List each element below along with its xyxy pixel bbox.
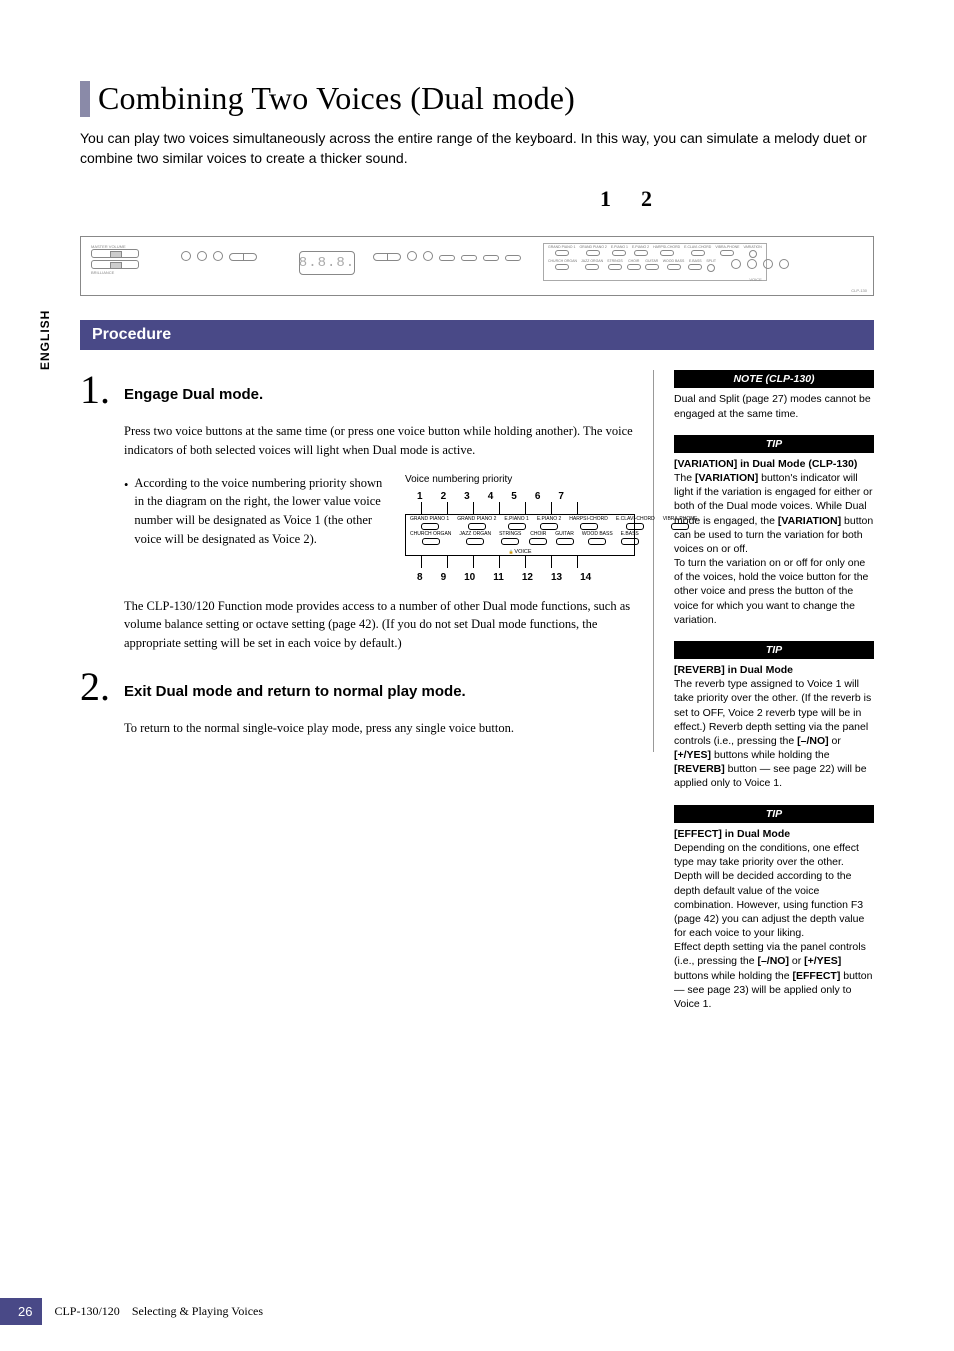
note-body: Dual and Split (page 27) modes cannot be… <box>674 392 874 420</box>
title-accent-bar <box>80 81 90 117</box>
procedure-heading: Procedure <box>80 320 874 350</box>
step-1-p2: The CLP-130/120 Function mode provides a… <box>124 597 635 653</box>
callout-2: 2 <box>641 186 652 212</box>
page-title-row: Combining Two Voices (Dual mode) <box>80 80 874 117</box>
page-number: 26 <box>0 1298 42 1325</box>
step-1-header: 1. Engage Dual mode. <box>80 370 635 410</box>
callout-lines <box>80 216 874 236</box>
voice-priority-diagram: Voice numbering priority 1 2 3 4 5 6 7 <box>405 474 635 583</box>
tip1-body2: To turn the variation on or off for only… <box>674 556 874 627</box>
page-title: Combining Two Voices (Dual mode) <box>98 80 575 117</box>
tip2-title: [REVERB] in Dual Mode <box>674 664 793 676</box>
tip-reverb: TIP [REVERB] in Dual Mode The reverb typ… <box>674 641 874 791</box>
tip-effect: TIP [EFFECT] in Dual Mode Depending on t… <box>674 805 874 1011</box>
panel-display: 8.8.8. <box>299 251 355 275</box>
footer-model: CLP-130/120 <box>54 1304 119 1318</box>
note-heading: NOTE (CLP-130) <box>674 370 874 388</box>
tip2-body: The reverb type assigned to Voice 1 will… <box>674 677 874 790</box>
intro-paragraph: You can play two voices simultaneously a… <box>80 129 874 168</box>
tip3-body2: Effect depth setting via the panel contr… <box>674 940 874 1011</box>
main-column: 1. Engage Dual mode. Press two voice but… <box>80 370 654 752</box>
step-2-p1: To return to the normal single-voice pla… <box>124 719 635 738</box>
tip1-body1: The [VARIATION] button's indicator will … <box>674 471 874 556</box>
instrument-panel-diagram: MASTER VOLUME BRILLIANCE 8.8.8. GR <box>80 236 874 296</box>
footer-section: Selecting & Playing Voices <box>132 1304 263 1318</box>
sidebar-column: NOTE (CLP-130) Dual and Split (page 27) … <box>674 370 874 1025</box>
step-1-num: 1. <box>80 370 114 410</box>
priority-title: Voice numbering priority <box>405 474 635 485</box>
tip3-body1: Depending on the conditions, one effect … <box>674 841 874 940</box>
tip3-heading: TIP <box>674 805 874 823</box>
tip-variation: TIP [VARIATION] in Dual Mode (CLP-130) T… <box>674 435 874 627</box>
note-box: NOTE (CLP-130) Dual and Split (page 27) … <box>674 370 874 421</box>
panel-callout-numbers: 1 2 <box>600 186 874 212</box>
tip1-heading: TIP <box>674 435 874 453</box>
tip2-heading: TIP <box>674 641 874 659</box>
step-1-title: Engage Dual mode. <box>124 386 263 403</box>
step-2-num: 2. <box>80 667 114 707</box>
step-2-header: 2. Exit Dual mode and return to normal p… <box>80 667 635 707</box>
step-1-p1: Press two voice buttons at the same time… <box>124 422 635 460</box>
callout-1: 1 <box>600 186 611 212</box>
tip3-title: [EFFECT] in Dual Mode <box>674 828 790 840</box>
step-1-bullet: According to the voice numbering priorit… <box>134 474 385 583</box>
page-footer: 26 CLP-130/120 Selecting & Playing Voice… <box>0 1298 954 1325</box>
language-tab: ENGLISH <box>38 310 52 370</box>
tip1-title: [VARIATION] in Dual Mode (CLP-130) <box>674 458 857 470</box>
panel-area: 1 2 MASTER VOLUME BRILLIANCE 8.8.8. <box>80 186 874 296</box>
model-label: CLP-130 <box>851 288 867 293</box>
bullet-dot: • <box>124 476 128 583</box>
step-2-title: Exit Dual mode and return to normal play… <box>124 683 466 700</box>
